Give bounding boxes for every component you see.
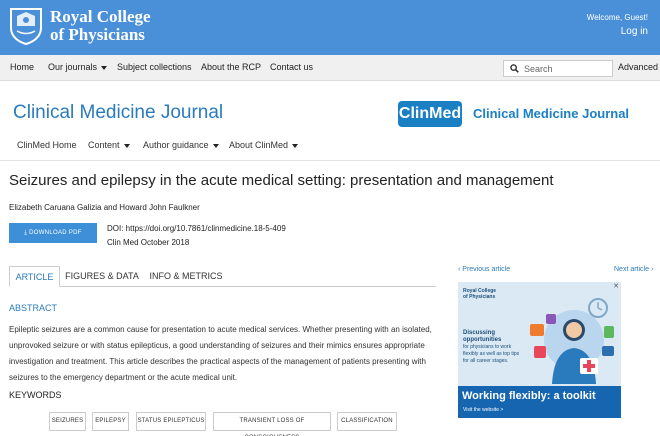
subnav-content[interactable]: Content (88, 140, 130, 150)
subnav-author-guidance-label: Author guidance (143, 140, 209, 150)
search-input[interactable] (524, 63, 610, 75)
clinmed-logo[interactable]: ClinMed (398, 101, 462, 127)
keyword-tag[interactable]: SEIZURES (49, 412, 86, 431)
subnav-content-label: Content (88, 140, 120, 150)
login-link[interactable]: Log in (621, 26, 648, 37)
tab-figures-data[interactable]: FIGURES & DATA (63, 266, 141, 287)
subnav-about-clinmed[interactable]: About ClinMed (229, 140, 299, 150)
next-article-link[interactable]: Next article › (614, 266, 653, 273)
logo-line-1: Royal College (50, 7, 151, 26)
article-issue: Clin Med October 2018 (107, 238, 190, 247)
ad-lead-text: Discussing opportunities (463, 330, 502, 343)
nav-about-rcp[interactable]: About the RCP (201, 62, 261, 72)
search-box[interactable] (503, 60, 613, 77)
abstract-text: Epileptic seizures are a common cause fo… (9, 325, 432, 382)
nav-home[interactable]: Home (10, 62, 34, 72)
chevron-down-icon (292, 143, 299, 148)
chevron-down-icon (101, 65, 108, 70)
nav-contact-us[interactable]: Contact us (270, 62, 313, 72)
ad-close-icon[interactable]: ✕ (612, 283, 620, 291)
keyword-tag[interactable]: EPILEPSY (92, 412, 129, 431)
rcp-crest-icon (10, 8, 42, 46)
tab-info-metrics[interactable]: INFO & METRICS (148, 266, 224, 287)
nav-our-journals[interactable]: Our journals (48, 62, 108, 72)
ad-logo-line-2: of Physicians (463, 294, 496, 300)
keyword-tag[interactable]: CLASSIFICATION (337, 412, 397, 431)
subnav-author-guidance[interactable]: Author guidance (143, 140, 219, 150)
chevron-down-icon (123, 143, 130, 148)
ad-rcp-logo: Royal College of Physicians (463, 288, 496, 300)
article-authors[interactable]: Elizabeth Caruana Galizia and Howard Joh… (9, 203, 200, 212)
nav-our-journals-label: Our journals (48, 62, 98, 72)
subnav-clinmed-home[interactable]: ClinMed Home (17, 140, 77, 150)
nav-subject-collections[interactable]: Subject collections (117, 62, 192, 72)
ad-illustration-icon (530, 298, 614, 384)
article-doi[interactable]: DOI: https://doi.org/10.7861/clinmedicin… (107, 224, 286, 233)
chevron-down-icon (212, 143, 219, 148)
welcome-text: Welcome, Guest! (586, 13, 648, 22)
keywords-heading: KEYWORDS (9, 390, 62, 400)
keyword-tag[interactable]: TRANSIENT LOSS OF CONSCIOUSNESS (213, 412, 331, 436)
keyword-tag[interactable]: STATUS EPILEPTICUS (136, 412, 206, 431)
search-icon[interactable] (510, 64, 519, 73)
ad-body-copy: for physicians to work flexibly as well … (463, 344, 520, 364)
subnav-about-clinmed-label: About ClinMed (229, 140, 289, 150)
journal-title[interactable]: Clinical Medicine Journal (13, 102, 223, 124)
clinmed-logo-title: Clinical Medicine Journal (473, 106, 630, 121)
logo-line-2: of Physicians (50, 25, 145, 44)
tab-article[interactable]: ARTICLE (9, 266, 60, 287)
ad-body-text: Discussing opportunities for physicians … (463, 330, 521, 365)
download-pdf-button[interactable]: ⤓ DOWNLOAD PDF (9, 223, 97, 243)
rcp-logo[interactable]: Royal College of Physicians (8, 6, 151, 46)
header-divider (0, 160, 660, 161)
abstract-heading: ABSTRACT (9, 303, 58, 313)
advanced-search-link[interactable]: Advanced (618, 62, 658, 72)
rcp-logo-text: Royal College of Physicians (50, 8, 151, 44)
download-pdf-label: DOWNLOAD PDF (29, 230, 82, 236)
ad-visit-link[interactable]: Visit the website > (463, 407, 503, 413)
ad-headline: Working flexibly: a toolkit (462, 390, 596, 402)
advertisement-banner[interactable]: Royal College of Physicians Discussing o… (458, 282, 621, 418)
article-title: Seizures and epilepsy in the acute medic… (9, 172, 554, 189)
ad-footer[interactable]: Working flexibly: a toolkit Visit the we… (458, 386, 621, 418)
previous-article-link[interactable]: ‹ Previous article (458, 266, 510, 273)
site-header: Royal College of Physicians Welcome, Gue… (0, 0, 660, 55)
